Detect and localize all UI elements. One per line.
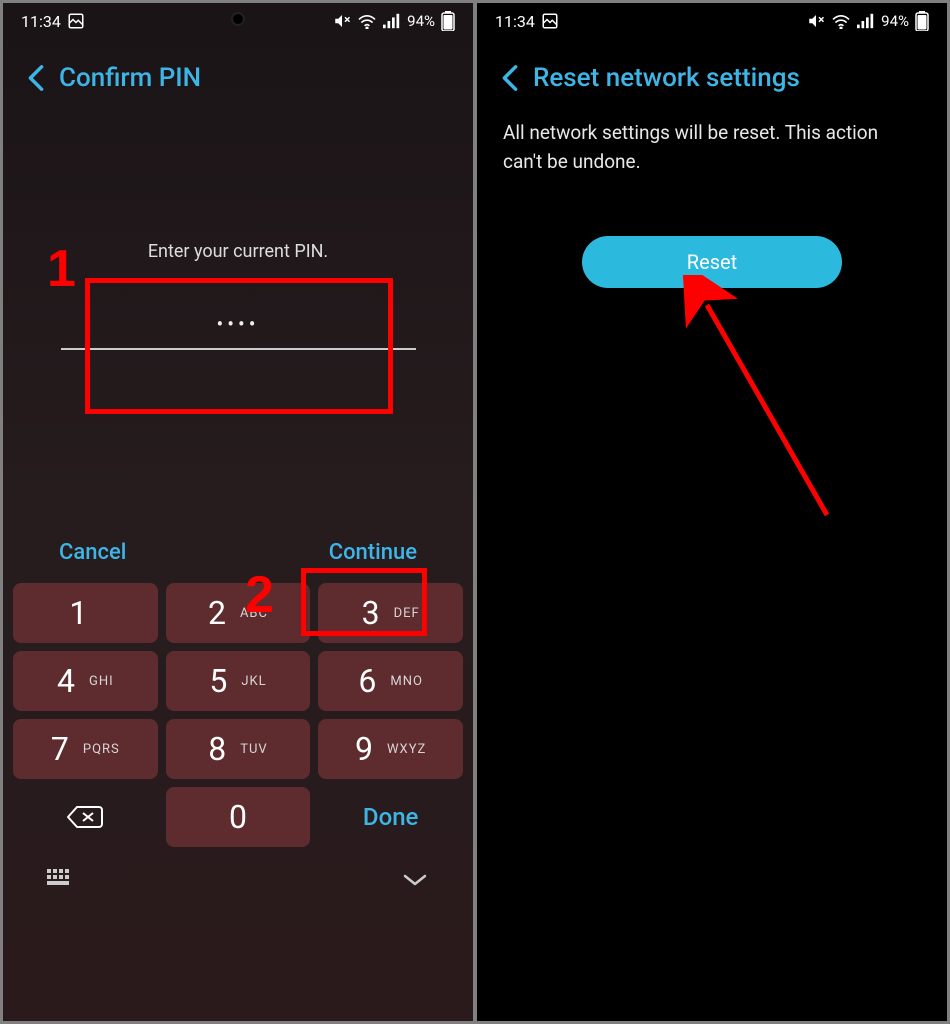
key-1[interactable]: 1 bbox=[13, 583, 158, 643]
keyboard-switch-icon[interactable] bbox=[47, 869, 81, 891]
key-9[interactable]: 9WXYZ bbox=[318, 719, 463, 779]
key-2[interactable]: 2ABC bbox=[166, 583, 311, 643]
key-done[interactable]: Done bbox=[318, 787, 463, 847]
status-time: 11:34 bbox=[21, 12, 61, 31]
pin-dots: •••• bbox=[3, 312, 473, 336]
phone-screen-left: 11:34 94% Confirm PIN Enter your current… bbox=[3, 3, 473, 1021]
back-icon[interactable] bbox=[501, 64, 519, 92]
mute-icon bbox=[333, 12, 351, 30]
key-backspace[interactable] bbox=[13, 787, 158, 847]
battery-text: 94% bbox=[881, 12, 909, 30]
continue-button[interactable]: Continue bbox=[317, 532, 429, 573]
back-icon[interactable] bbox=[27, 64, 45, 92]
pin-prompt: Enter your current PIN. bbox=[3, 241, 473, 262]
key-7[interactable]: 7PQRS bbox=[13, 719, 158, 779]
pin-input-line[interactable] bbox=[61, 348, 416, 350]
reset-description: All network settings will be reset. This… bbox=[477, 111, 947, 176]
battery-text: 94% bbox=[407, 12, 435, 30]
gallery-icon bbox=[541, 12, 559, 30]
gallery-icon bbox=[67, 12, 85, 30]
action-row: Cancel Continue bbox=[3, 532, 473, 573]
signal-icon bbox=[383, 13, 401, 29]
key-8[interactable]: 8TUV bbox=[166, 719, 311, 779]
key-5[interactable]: 5JKL bbox=[166, 651, 311, 711]
page-title: Confirm PIN bbox=[59, 63, 201, 93]
page-header: Confirm PIN bbox=[3, 37, 473, 111]
reset-button[interactable]: Reset bbox=[582, 236, 842, 288]
battery-icon bbox=[915, 11, 929, 31]
page-title: Reset network settings bbox=[533, 63, 800, 93]
wifi-icon bbox=[357, 13, 377, 29]
page-header: Reset network settings bbox=[477, 37, 947, 111]
wifi-icon bbox=[831, 13, 851, 29]
mute-icon bbox=[807, 12, 825, 30]
camera-notch bbox=[707, 14, 717, 24]
phone-screen-right: 11:34 94% Reset network settings All net… bbox=[477, 3, 947, 1021]
status-time: 11:34 bbox=[495, 12, 535, 31]
battery-icon bbox=[441, 11, 455, 31]
camera-notch bbox=[233, 14, 243, 24]
key-0[interactable]: 0 bbox=[166, 787, 311, 847]
key-6[interactable]: 6MNO bbox=[318, 651, 463, 711]
pin-entry-area: Enter your current PIN. •••• bbox=[3, 111, 473, 350]
keypad: 1 2ABC 3DEF 4GHI 5JKL 6MNO 7PQRS 8TUV 9W… bbox=[3, 573, 473, 851]
backspace-icon bbox=[65, 803, 105, 831]
signal-icon bbox=[857, 13, 875, 29]
keyboard-bottom-bar bbox=[3, 851, 473, 909]
key-3[interactable]: 3DEF bbox=[318, 583, 463, 643]
cancel-button[interactable]: Cancel bbox=[47, 532, 138, 573]
key-4[interactable]: 4GHI bbox=[13, 651, 158, 711]
annotation-arrow bbox=[677, 275, 857, 525]
collapse-keyboard-icon[interactable] bbox=[401, 872, 429, 888]
